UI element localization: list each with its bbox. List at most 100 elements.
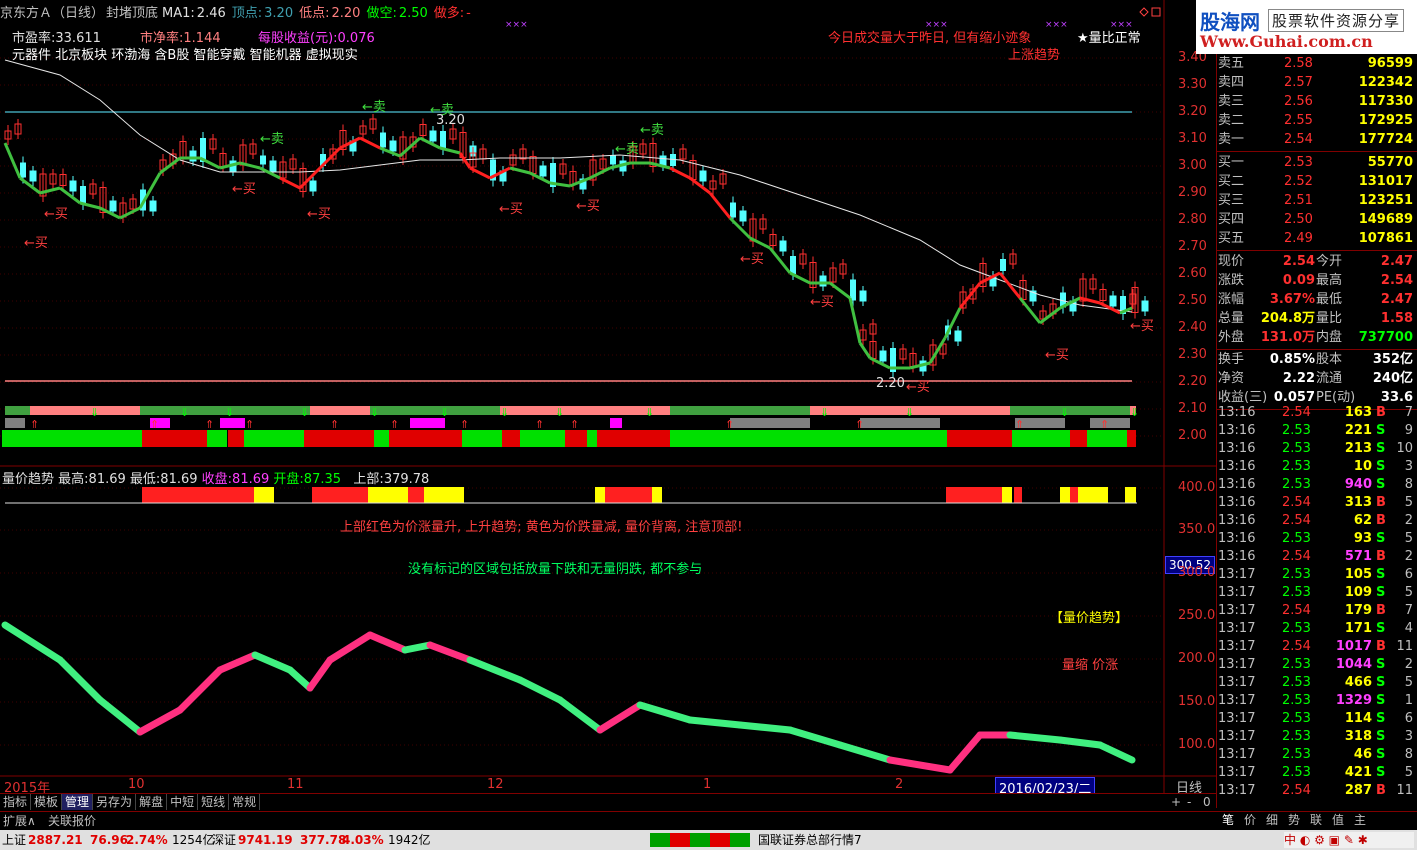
trade-row: 13:17 2.54 1017 B 11 (1218, 638, 1415, 656)
stock-title[interactable]: 京东方Ａ（日线） (0, 6, 104, 21)
trade-time: 13:16 (1218, 459, 1256, 474)
trade-count: 3 (1404, 729, 1413, 744)
date-jan: 1 (703, 777, 712, 792)
trade-time: 13:16 (1218, 477, 1256, 492)
toolbar-regular[interactable]: 常规 (229, 794, 261, 810)
price-axis-label: 3.30 (1178, 77, 1207, 92)
toolbar-mid-short[interactable]: 中短 (167, 794, 199, 810)
rp-tab-link[interactable]: 联 (1310, 811, 1322, 828)
toolbar-template[interactable]: 模板 (31, 794, 63, 810)
price-axis-label: 3.00 (1178, 158, 1207, 173)
svg-text:⇑: ⇑ (535, 418, 544, 431)
price-axis-label: 2.70 (1178, 239, 1207, 254)
trade-row: 13:17 2.53 109 S 5 (1218, 584, 1415, 602)
bid-row[interactable]: 买一 2.53 55770 (1218, 154, 1415, 172)
sub-title[interactable]: 量价趋势 (2, 472, 54, 487)
toolbar-save-as[interactable]: 另存为 (93, 794, 137, 810)
server-name[interactable]: 国联证券总部行情7 (758, 830, 862, 850)
trade-count: 1 (1404, 693, 1413, 708)
svg-text:⇓: ⇓ (440, 406, 449, 419)
sub-upper-value: 379.78 (383, 472, 430, 487)
ask-row[interactable]: 卖二 2.55 172925 (1218, 112, 1415, 130)
trade-count: 5 (1404, 585, 1413, 600)
svg-text:⇑: ⇑ (245, 418, 254, 431)
expand-button[interactable]: 扩展∧ (3, 812, 36, 829)
trade-price: 2.53 (1282, 459, 1311, 474)
sub-max-value: 81.69 (88, 472, 126, 487)
long-value: - (466, 6, 471, 21)
ask-row[interactable]: 卖三 2.56 117330 (1218, 93, 1415, 111)
status-bar: 上证 2887.21 76.96 2.74% 1254亿 深证 9741.19 … (0, 830, 1417, 850)
sz-index-label[interactable]: 深证 (212, 830, 236, 850)
date-oct: 10 (128, 777, 145, 792)
low-label: 低点: (299, 6, 330, 21)
svg-text:⇑: ⇑ (570, 418, 579, 431)
rp-tab-value[interactable]: 值 (1332, 811, 1344, 828)
sub-close-value: 81.69 (232, 472, 270, 487)
rp-tab-price[interactable]: 价 (1244, 811, 1256, 828)
rp-tab-detail[interactable]: 细 (1266, 811, 1278, 828)
indicator-name[interactable]: 封堵顶底 (106, 6, 158, 21)
zoom-in-button[interactable]: + (1168, 794, 1184, 810)
trade-side: B (1376, 495, 1386, 510)
trade-count: 9 (1404, 423, 1413, 438)
rp-tabs: 笔 价 细 势 联 值 主 (1216, 811, 1417, 829)
trade-price: 2.53 (1282, 477, 1311, 492)
trade-time: 13:17 (1218, 567, 1256, 582)
trade-price: 2.53 (1282, 567, 1311, 582)
quote-divider-2 (1216, 349, 1417, 350)
sell-marker: ←卖 (615, 142, 639, 157)
bid-row[interactable]: 买二 2.52 131017 (1218, 173, 1415, 191)
zero-button[interactable]: 0 (1200, 794, 1214, 810)
short-label: 做空: (366, 6, 397, 21)
trade-time: 13:17 (1218, 729, 1256, 744)
bid-row[interactable]: 买三 2.51 123251 (1218, 192, 1415, 210)
toolbar-indicator[interactable]: 指标 (0, 794, 32, 810)
ask-label: 卖一 (1218, 132, 1245, 147)
kline-chart[interactable]: ⇑⇓⇑⇓⇑⇓⇑⇓⇑⇓⇑⇓⇑⇓⇑⇓⇑⇓⇑⇓⇑⇓⇑⇓⇑⇓ ××× ××× ××× ××× (0, 0, 1216, 793)
ask-volume: 177724 (1358, 132, 1413, 147)
ask-row[interactable]: 卖一 2.54 177724 (1218, 131, 1415, 149)
trade-side: B (1376, 549, 1386, 564)
trade-count: 2 (1404, 513, 1413, 528)
quote-value: 0.09 (1282, 273, 1315, 288)
buy-marker: ←买 (499, 202, 523, 217)
quote-value-2: 2.47 (1380, 254, 1413, 269)
zoom-out-button[interactable]: - (1184, 794, 1194, 810)
svg-text:⇑: ⇑ (390, 418, 399, 431)
trade-volume: 105 (1344, 567, 1372, 582)
svg-text:×××: ××× (1045, 20, 1068, 30)
sub-open-label: 开盘: (273, 472, 304, 487)
trade-row: 13:17 2.53 466 S 5 (1218, 674, 1415, 692)
bid-row[interactable]: 买四 2.50 149689 (1218, 211, 1415, 229)
bid-row[interactable]: 买五 2.49 107861 (1218, 230, 1415, 248)
quote-value-2: 240亿 (1372, 371, 1413, 386)
svg-text:⇑: ⇑ (855, 418, 864, 431)
trade-row: 13:16 2.54 62 B 2 (1218, 512, 1415, 530)
quote-value-2: 737700 (1358, 330, 1413, 345)
trade-time: 13:17 (1218, 783, 1256, 798)
tray-icons[interactable]: 中 ◐ ⚙ ▣ ✎ ✱ (1284, 832, 1414, 848)
ask-row[interactable]: 卖五 2.58 96599 (1218, 55, 1415, 73)
trade-side: B (1376, 639, 1386, 654)
rp-tab-main[interactable]: 主 (1354, 811, 1366, 828)
chart-header: 京东方Ａ（日线） 封堵顶底 MA1: 2.46 顶点: 3.20 低点: 2.20 做空: 2.5… (0, 2, 477, 21)
buy-marker: ←买 (232, 182, 256, 197)
toolbar-manage[interactable]: 管理 (62, 794, 94, 810)
quote-row: 换手 0.85% 股本 352亿 (1218, 351, 1415, 369)
buy-marker: ←买 (307, 207, 331, 222)
ask-row[interactable]: 卖四 2.57 122342 (1218, 74, 1415, 92)
ask-label: 卖二 (1218, 113, 1245, 128)
quote-value: 0.85% (1269, 352, 1315, 367)
trade-price: 2.53 (1282, 747, 1311, 762)
bid-volume: 55770 (1367, 155, 1413, 170)
toolbar-analysis[interactable]: 解盘 (136, 794, 168, 810)
toolbar-short[interactable]: 短线 (198, 794, 230, 810)
rp-tab-trades[interactable]: 笔 (1222, 811, 1234, 828)
trade-side: S (1376, 477, 1386, 492)
quote-value: 2.54 (1282, 254, 1315, 269)
related-quote-button[interactable]: 关联报价 (48, 812, 96, 829)
rp-tab-trend[interactable]: 势 (1288, 811, 1300, 828)
sh-index-label[interactable]: 上证 (2, 830, 26, 850)
trade-side: S (1376, 765, 1386, 780)
